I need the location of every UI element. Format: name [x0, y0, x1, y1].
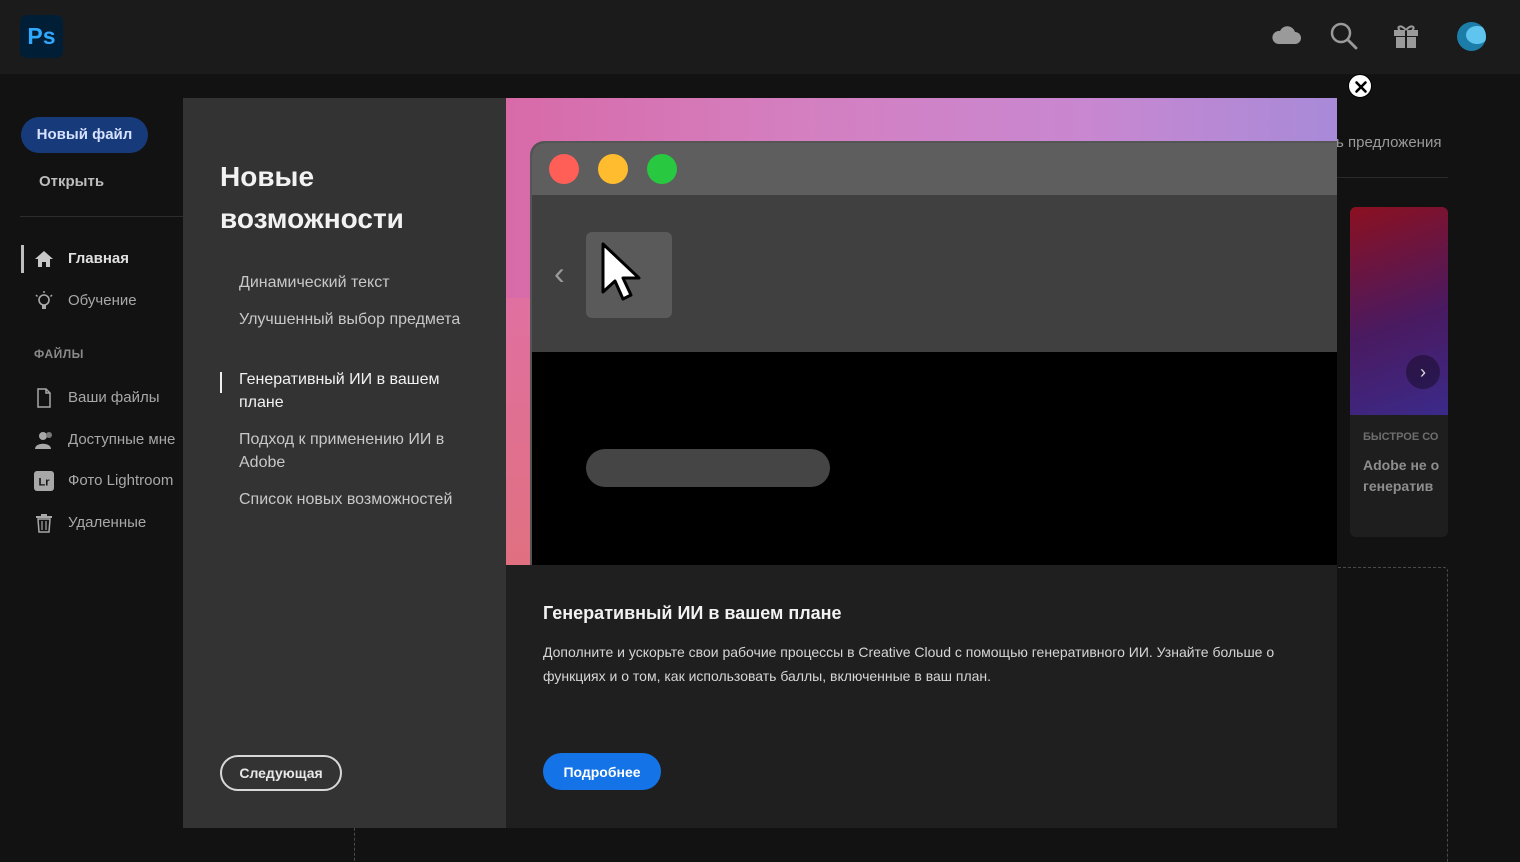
dialog-title: Новые возможности — [220, 161, 404, 234]
close-dialog-button[interactable] — [1348, 74, 1372, 98]
open-button[interactable]: Открыть — [39, 173, 104, 190]
home-icon — [35, 251, 53, 267]
mock-minimize-dot — [598, 154, 628, 184]
sidebar-item-lightroom[interactable]: Lr Фото Lightroom — [0, 467, 183, 495]
hero-illustration: ‹ — [506, 98, 1337, 565]
new-file-button[interactable]: Новый файл — [21, 117, 148, 153]
photoshop-logo[interactable]: Ps — [20, 15, 63, 58]
next-button[interactable]: Следующая — [220, 755, 342, 791]
file-icon — [37, 388, 51, 408]
sidebar-item-deleted[interactable]: Удаленные — [0, 509, 183, 537]
mock-titlebar — [532, 143, 1337, 195]
sidebar-item-label: Удаленные — [68, 514, 147, 531]
sidebar-item-shared[interactable]: Доступные мне — [0, 426, 183, 454]
search-icon[interactable] — [1328, 20, 1360, 52]
chevron-right-icon[interactable]: › — [1406, 355, 1440, 389]
close-icon — [1355, 81, 1367, 93]
mock-maximize-dot — [647, 154, 677, 184]
toc-item-generative-ai[interactable]: Генеративный ИИ в вашем плане — [239, 368, 479, 414]
content-description: Дополните и ускорьте свои рабочие процес… — [543, 644, 1275, 684]
promo-card-category: БЫСТРОЕ СО — [1363, 431, 1439, 443]
shared-user-icon — [35, 432, 52, 449]
toc-item-ai-approach[interactable]: Подход к применению ИИ в Adobe — [239, 428, 479, 474]
gift-icon[interactable] — [1390, 20, 1422, 52]
mock-app-window: ‹ — [530, 141, 1337, 565]
mock-toolbar: ‹ — [532, 195, 1337, 352]
cloud-icon[interactable] — [1270, 20, 1302, 52]
chevron-left-icon: ‹ — [554, 255, 565, 291]
sidebar-divider — [20, 216, 183, 217]
dialog-sidebar: Новые возможности Динамический текст Улу… — [183, 98, 506, 828]
sidebar-item-label: Доступные мне — [68, 431, 176, 448]
avatar[interactable] — [1457, 22, 1486, 51]
promo-card-title: Adobe не о генератив — [1363, 457, 1440, 494]
sidebar-item-home[interactable]: Главная — [0, 245, 183, 273]
sidebar-item-label: Обучение — [68, 292, 137, 309]
lightbulb-icon — [35, 291, 53, 309]
sidebar-item-label: Фото Lightroom — [68, 472, 174, 489]
trash-icon — [36, 514, 52, 533]
mock-close-dot — [549, 154, 579, 184]
content-title: Генеративный ИИ в вашем плане — [543, 603, 842, 623]
mock-input-pill — [586, 449, 830, 487]
learn-more-button[interactable]: Подробнее — [543, 753, 661, 790]
files-section-label: ФАЙЛЫ — [34, 347, 84, 361]
sidebar: Новый файл Открыть Главная Обучение ФАЙЛ… — [0, 74, 183, 862]
promo-card[interactable]: › БЫСТРОЕ СО Adobe не о генератив — [1350, 207, 1448, 537]
whats-new-dialog: Новые возможности Динамический текст Улу… — [183, 98, 1337, 828]
cursor-icon — [601, 242, 641, 301]
toc-active-indicator — [220, 372, 222, 393]
offers-tab[interactable]: ь предложения — [1336, 134, 1446, 151]
lightroom-badge-text: Lr — [39, 477, 51, 489]
mock-cursor-tile — [586, 232, 672, 318]
sidebar-item-label: Главная — [68, 250, 130, 267]
tabs-divider — [1336, 177, 1448, 178]
toc-item-dynamic-text[interactable]: Динамический текст — [239, 271, 479, 294]
sidebar-item-your-files[interactable]: Ваши файлы — [0, 384, 183, 412]
toc-item-feature-list[interactable]: Список новых возможностей — [239, 488, 479, 511]
lightroom-icon: Lr — [34, 471, 54, 491]
sidebar-item-label: Ваши файлы — [68, 389, 160, 406]
top-bar: Ps — [0, 0, 1520, 74]
toc-item-select-subject[interactable]: Улучшенный выбор предмета — [239, 308, 479, 331]
sidebar-item-learn[interactable]: Обучение — [0, 287, 183, 315]
